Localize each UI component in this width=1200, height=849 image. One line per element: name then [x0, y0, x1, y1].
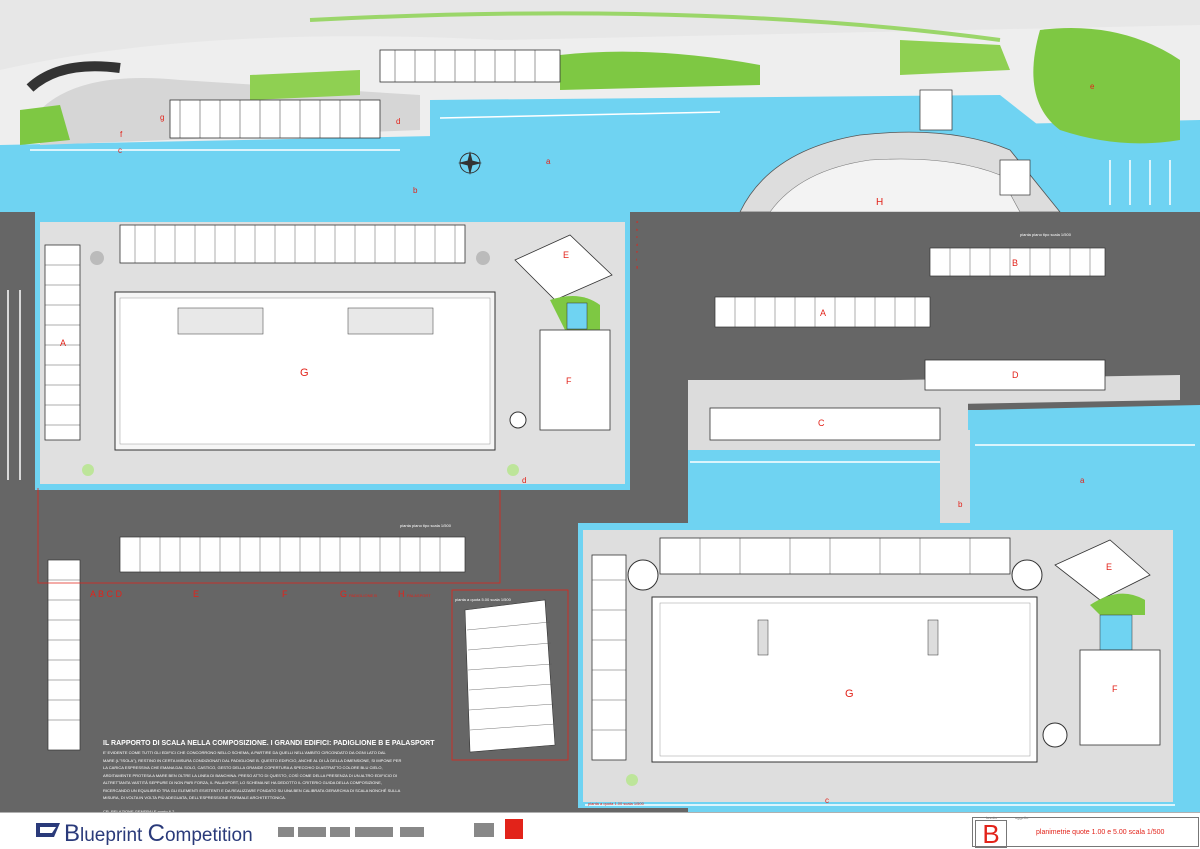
label-d-bottom: d	[522, 476, 527, 485]
legend-item: g	[636, 264, 639, 269]
label-c-top: c	[118, 146, 122, 155]
label-e-top: e	[1090, 82, 1095, 91]
tavola-letter: B	[975, 820, 1007, 848]
description-line: ARDITAMENTE PROTESA A MARE BEN OLTRE LA …	[103, 772, 398, 778]
label-building-a-left: A	[60, 338, 67, 348]
label-building-b-right: B	[1012, 258, 1019, 268]
label-g-top: g	[160, 113, 165, 122]
oggetto-label: oggetto	[1015, 815, 1029, 820]
sponsor-logo	[400, 827, 424, 837]
label-b-top: b	[413, 186, 418, 195]
label-d-top: d	[396, 117, 401, 126]
subject-text: planimetrie quote 1.00 e 5.00 scala 1/50…	[1036, 829, 1165, 836]
mid-plan-caption: pianta piano tipo scala 1/500	[400, 523, 451, 528]
label-building-f-left: F	[566, 376, 572, 386]
sponsor-logo	[298, 827, 326, 837]
description-block: IL RAPPORTO DI SCALA NELLA COMPOSIZIONE.…	[103, 740, 443, 815]
legend-group-h: H	[398, 589, 405, 599]
label-building-d-right: D	[1012, 370, 1019, 380]
site-plan-drawing	[0, 0, 1200, 812]
legend-item: d	[636, 241, 639, 247]
sponsor-logo	[355, 827, 393, 837]
description-line: MARE (L'"ISOLA"), RESTINO IN CERTA MISUR…	[103, 757, 402, 763]
label-building-a-right: A	[820, 308, 827, 318]
label-pavilion-g-left: G	[300, 367, 309, 379]
description-line: LA CARICA ESPRESSIVA CHE EMANA DAL SOLO,…	[103, 765, 383, 770]
legend-item: b	[636, 226, 639, 232]
sponsor-logo	[474, 823, 494, 837]
legend-top: a b c d e f g	[636, 218, 638, 271]
label-building-e-bottom: E	[1106, 562, 1113, 572]
sponsor-logo	[330, 827, 350, 837]
sponsor-logo	[278, 827, 294, 837]
label-a-bottom: a	[1080, 476, 1085, 485]
legend-group-e: E	[193, 589, 200, 599]
legend-item: a	[636, 219, 639, 224]
blueprint-logo-text: Blueprint Competition	[64, 820, 253, 847]
small-plan-caption: pianta a quota 5.00 scala 1/500	[455, 597, 511, 602]
label-pavilion-g-bottom: G	[845, 688, 854, 700]
legend-item: c	[636, 234, 638, 239]
right-plan-caption: pianta piano tipo scala 1/500	[1020, 232, 1071, 237]
description-body: E' EVIDENTE COME TUTTI GLI EDIFICI CHE C…	[103, 749, 443, 815]
legend-group-g-sub: PADIGLIONE B	[349, 593, 377, 598]
bottom-plan-caption: pianta a quota 1.00 scala 1/500	[588, 801, 644, 806]
label-a-top: a	[546, 157, 551, 166]
label-building-e-left: E	[563, 250, 570, 260]
label-b-bottom: b	[958, 500, 963, 509]
description-line: RICERCANDO UN EQUILIBRIO TRA GLI ELEMENT…	[103, 787, 401, 793]
drawing-sheet: a b c d e f g H A E F G pianta piano tip…	[0, 0, 1200, 848]
footer-bar: Blueprint Competition tavola B oggetto p…	[0, 812, 1200, 848]
legend-item: f	[636, 256, 638, 262]
sponsor-logo	[505, 819, 523, 839]
description-line: MISURA, DI VOLTA IN VOLTA PIÙ ADEGUATA, …	[103, 795, 286, 800]
description-line: ALTRETTANTA VASTITÀ SEPPURE DI NON PARI …	[103, 780, 382, 785]
legend-group-abcd: A B C D	[90, 589, 123, 599]
description-line: E' EVIDENTE COME TUTTI GLI EDIFICI CHE C…	[103, 750, 386, 755]
legend-group-g: G	[340, 589, 348, 599]
label-c-bottom: c	[825, 796, 829, 805]
description-title: IL RAPPORTO DI SCALA NELLA COMPOSIZIONE.…	[103, 740, 435, 747]
label-f-top: f	[120, 130, 123, 139]
label-building-f-bottom: F	[1112, 684, 1118, 694]
legend-item: e	[636, 249, 639, 254]
label-palasport-h: H	[876, 197, 884, 208]
label-building-c-right: C	[818, 418, 825, 428]
blueprint-logo-icon	[36, 823, 60, 837]
legend-group-f: F	[282, 589, 288, 599]
legend-group-h-sub: PALASPORT	[407, 593, 431, 598]
